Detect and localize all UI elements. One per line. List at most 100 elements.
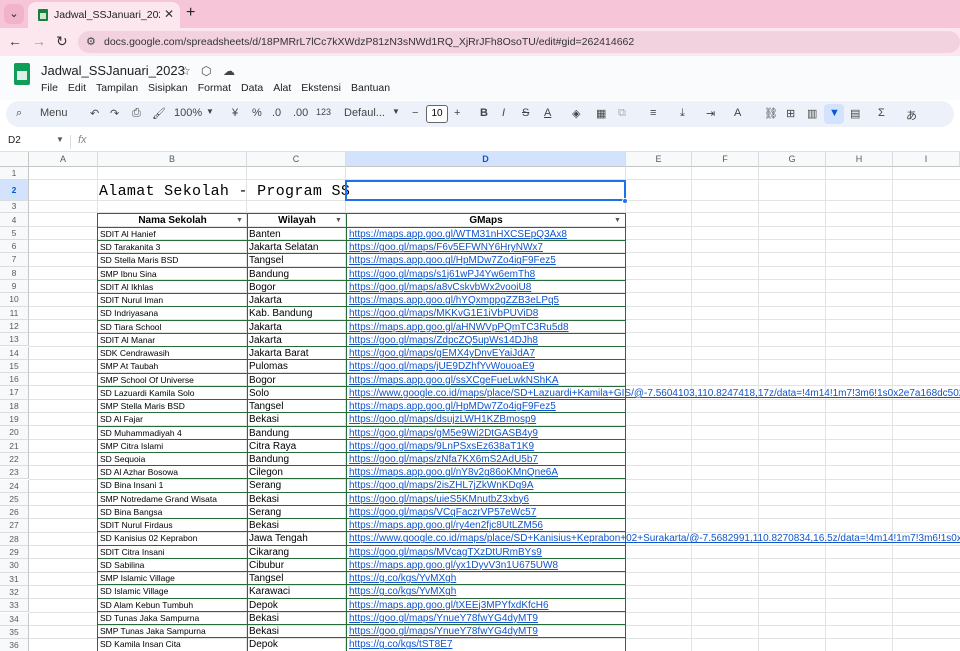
gmaps-link-cell[interactable]: https://goo.gl/maps/gEMX4yDnvEYaiJdA7	[349, 347, 535, 359]
row-header-11[interactable]: 11	[0, 306, 29, 320]
wilayah-cell[interactable]: Jakarta	[249, 321, 346, 333]
wilayah-cell[interactable]: Jakarta	[249, 294, 346, 306]
gmaps-link-cell[interactable]: https://goo.gl/maps/MKKvG1E1iVbPUViD8	[349, 307, 538, 319]
school-name-cell[interactable]: SDIT Nurul Iman	[100, 294, 247, 306]
gmaps-link-cell[interactable]: https://goo.gl/maps/dsujzLWH1KZBmosp9	[349, 413, 536, 425]
row-header-23[interactable]: 23	[0, 466, 29, 480]
gmaps-link-cell[interactable]: https://maps.app.goo.gl/HpMDw7Zo4igF9Fez…	[349, 400, 556, 412]
tab-search-icon[interactable]: ⌄	[4, 4, 24, 24]
gmaps-link-cell[interactable]: https://goo.gl/maps/ZdpcZQ5upWs14DJh8	[349, 334, 538, 346]
row-header-30[interactable]: 30	[0, 559, 29, 573]
menu-edit[interactable]: Edit	[68, 82, 86, 94]
row-header-26[interactable]: 26	[0, 506, 29, 520]
school-name-cell[interactable]: SD Tiara School	[100, 321, 247, 333]
name-box-dropdown-icon[interactable]: ▼	[56, 135, 64, 144]
school-name-cell[interactable]: SD Al Fajar	[100, 413, 247, 425]
column-header-a[interactable]: A	[29, 152, 98, 167]
column-header-e[interactable]: E	[626, 152, 692, 167]
font-size-decrease-icon[interactable]: −	[412, 107, 418, 119]
gmaps-link-cell[interactable]: https://goo.gl/maps/s1j61wPJ4Yw6emTh8	[349, 268, 535, 280]
gmaps-link-cell[interactable]: https://goo.gl/maps/2isZHL7jZkWnKDg9A	[349, 479, 534, 491]
gmaps-link-cell[interactable]: https://maps.app.goo.gl/ssXCgeFueLwkNShK…	[349, 374, 559, 386]
row-header-1[interactable]: 1	[0, 167, 29, 181]
school-name-cell[interactable]: SD Alam Kebun Tumbuh	[100, 599, 247, 611]
gmaps-link-cell[interactable]: https://g.co/kgs/YvMXgh	[349, 585, 456, 597]
school-name-cell[interactable]: SDK Cendrawasih	[100, 347, 247, 359]
insert-chart-icon[interactable]: ▥	[807, 107, 817, 120]
gmaps-link-cell[interactable]: https://g.co/kgs/tST8E7	[349, 638, 452, 650]
input-tools-icon[interactable]: あ	[906, 107, 917, 123]
row-header-31[interactable]: 31	[0, 572, 29, 586]
back-arrow-icon[interactable]: ←	[8, 33, 22, 49]
row-header-28[interactable]: 28	[0, 532, 29, 546]
font-size-input[interactable]: 10	[426, 105, 448, 123]
filter-icon[interactable]: ▼	[829, 107, 840, 119]
gmaps-link-cell[interactable]: https://goo.gl/maps/MVcagTXzDtURmBYs9	[349, 546, 542, 558]
gmaps-link-cell[interactable]: https://goo.gl/maps/F6v5EFWNY6HryNWx7	[349, 241, 543, 253]
undo-icon[interactable]: ↶	[90, 107, 99, 120]
wilayah-cell[interactable]: Cikarang	[249, 546, 346, 558]
gmaps-link-cell[interactable]: https://www.google.co.id/maps/place/SD+L…	[349, 387, 960, 399]
row-header-20[interactable]: 20	[0, 426, 29, 440]
school-name-cell[interactable]: SD Islamic Village	[100, 585, 247, 597]
address-bar[interactable]: ⚙ docs.google.com/spreadsheets/d/18PMRrL…	[78, 31, 960, 53]
header-wilayah[interactable]: Wilayah ▼	[248, 214, 346, 227]
wilayah-cell[interactable]: Karawaci	[249, 585, 346, 597]
strikethrough-icon[interactable]: S	[522, 107, 529, 119]
filter-icon[interactable]: ▼	[235, 217, 244, 224]
school-name-cell[interactable]: SD Tarakanita 3	[100, 241, 247, 253]
text-rotation-icon[interactable]: A	[734, 107, 741, 119]
gmaps-link-cell[interactable]: https://g.co/kgs/YvMXgh	[349, 572, 456, 584]
gmaps-link-cell[interactable]: https://maps.app.goo.gl/aHNWVpPQmTC3Ru5d…	[349, 321, 569, 333]
forward-arrow-icon[interactable]: →	[32, 33, 46, 49]
wilayah-cell[interactable]: Jakarta Selatan	[249, 241, 346, 253]
row-header-8[interactable]: 8	[0, 266, 29, 280]
school-name-cell[interactable]: SMP School Of Universe	[100, 374, 247, 386]
fill-color-icon[interactable]: ◈	[572, 107, 580, 120]
font-select[interactable]: Defaul...	[344, 107, 385, 119]
currency-format-button[interactable]: ¥	[232, 107, 238, 119]
wilayah-cell[interactable]: Serang	[249, 479, 346, 491]
name-box[interactable]: D2	[8, 135, 21, 146]
school-name-cell[interactable]: SD Tunas Jaka Sampurna	[100, 612, 247, 624]
fill-handle[interactable]	[622, 198, 628, 204]
wilayah-cell[interactable]: Tangsel	[249, 254, 346, 266]
gmaps-link-cell[interactable]: https://maps.app.goo.gl/ry4en2fjc8UtLZM5…	[349, 519, 543, 531]
wilayah-cell[interactable]: Tangsel	[249, 400, 346, 412]
row-header-33[interactable]: 33	[0, 599, 29, 613]
wilayah-cell[interactable]: Cibubur	[249, 559, 346, 571]
row-header-10[interactable]: 10	[0, 293, 29, 307]
insert-comment-icon[interactable]: ⊞	[786, 107, 795, 120]
wilayah-cell[interactable]: Bogor	[249, 281, 346, 293]
move-icon[interactable]: ⬡	[201, 64, 211, 78]
filter-views-icon[interactable]: ▤	[850, 107, 860, 120]
gmaps-link-cell[interactable]: https://www.google.co.id/maps/place/SD+K…	[349, 532, 960, 544]
wilayah-cell[interactable]: Jakarta	[249, 334, 346, 346]
school-name-cell[interactable]: SD Stella Maris BSD	[100, 254, 247, 266]
column-header-b[interactable]: B	[98, 152, 247, 167]
column-header-i[interactable]: I	[893, 152, 960, 167]
gmaps-link-cell[interactable]: https://maps.app.goo.gl/tXEEj3MPYfxdKfcH…	[349, 599, 549, 611]
gmaps-link-cell[interactable]: https://goo.gl/maps/gM5e9Wi2DtGASB4y9	[349, 427, 538, 439]
school-name-cell[interactable]: SD Sabilina	[100, 559, 247, 571]
gmaps-link-cell[interactable]: https://goo.gl/maps/YnueY78fwYG4dyMT9	[349, 612, 538, 624]
wilayah-cell[interactable]: Cilegon	[249, 466, 346, 478]
wilayah-cell[interactable]: Depok	[249, 599, 346, 611]
wilayah-cell[interactable]: Kab. Bandung	[249, 307, 346, 319]
menu-view[interactable]: Tampilan	[96, 82, 138, 94]
document-title[interactable]: Jadwal_SSJanuari_2023	[41, 63, 185, 78]
text-color-icon[interactable]: A	[544, 107, 551, 119]
gmaps-link-cell[interactable]: https://goo.gl/maps/9LnPSxsEz638aT1K9	[349, 440, 534, 452]
italic-icon[interactable]: I	[502, 107, 505, 119]
filter-icon[interactable]: ▼	[613, 217, 622, 224]
wilayah-cell[interactable]: Jawa Tengah	[249, 532, 346, 544]
merge-cells-icon[interactable]: ⧉	[618, 107, 626, 120]
row-header-27[interactable]: 27	[0, 519, 29, 533]
site-info-icon[interactable]: ⚙	[86, 35, 96, 48]
school-name-cell[interactable]: SMP Tunas Jaka Sampurna	[100, 625, 247, 637]
row-header-18[interactable]: 18	[0, 399, 29, 413]
wilayah-cell[interactable]: Bandung	[249, 453, 346, 465]
wilayah-cell[interactable]: Bekasi	[249, 612, 346, 624]
wilayah-cell[interactable]: Pulomas	[249, 360, 346, 372]
select-all-corner[interactable]	[0, 152, 29, 167]
